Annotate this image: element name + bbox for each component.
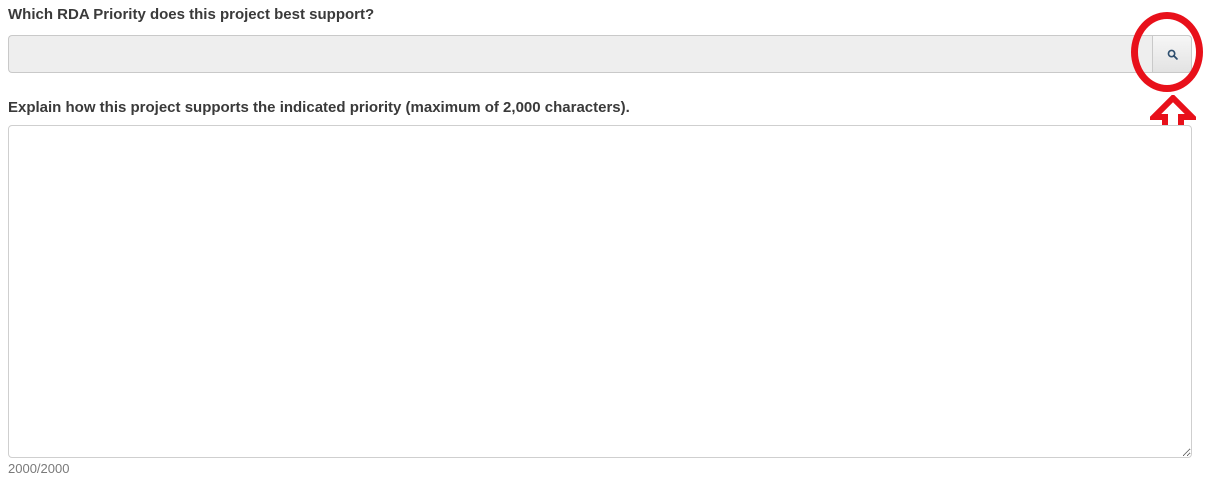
- character-counter: 2000/2000: [8, 461, 70, 476]
- rda-priority-label: Which RDA Priority does this project bes…: [8, 6, 375, 23]
- search-icon: [1167, 49, 1178, 60]
- rda-priority-lookup: [8, 35, 1192, 73]
- rda-priority-search-button[interactable]: [1152, 35, 1192, 73]
- rda-priority-input[interactable]: [8, 35, 1152, 73]
- explanation-label: Explain how this project supports the in…: [8, 99, 630, 116]
- explanation-textarea[interactable]: [8, 125, 1192, 458]
